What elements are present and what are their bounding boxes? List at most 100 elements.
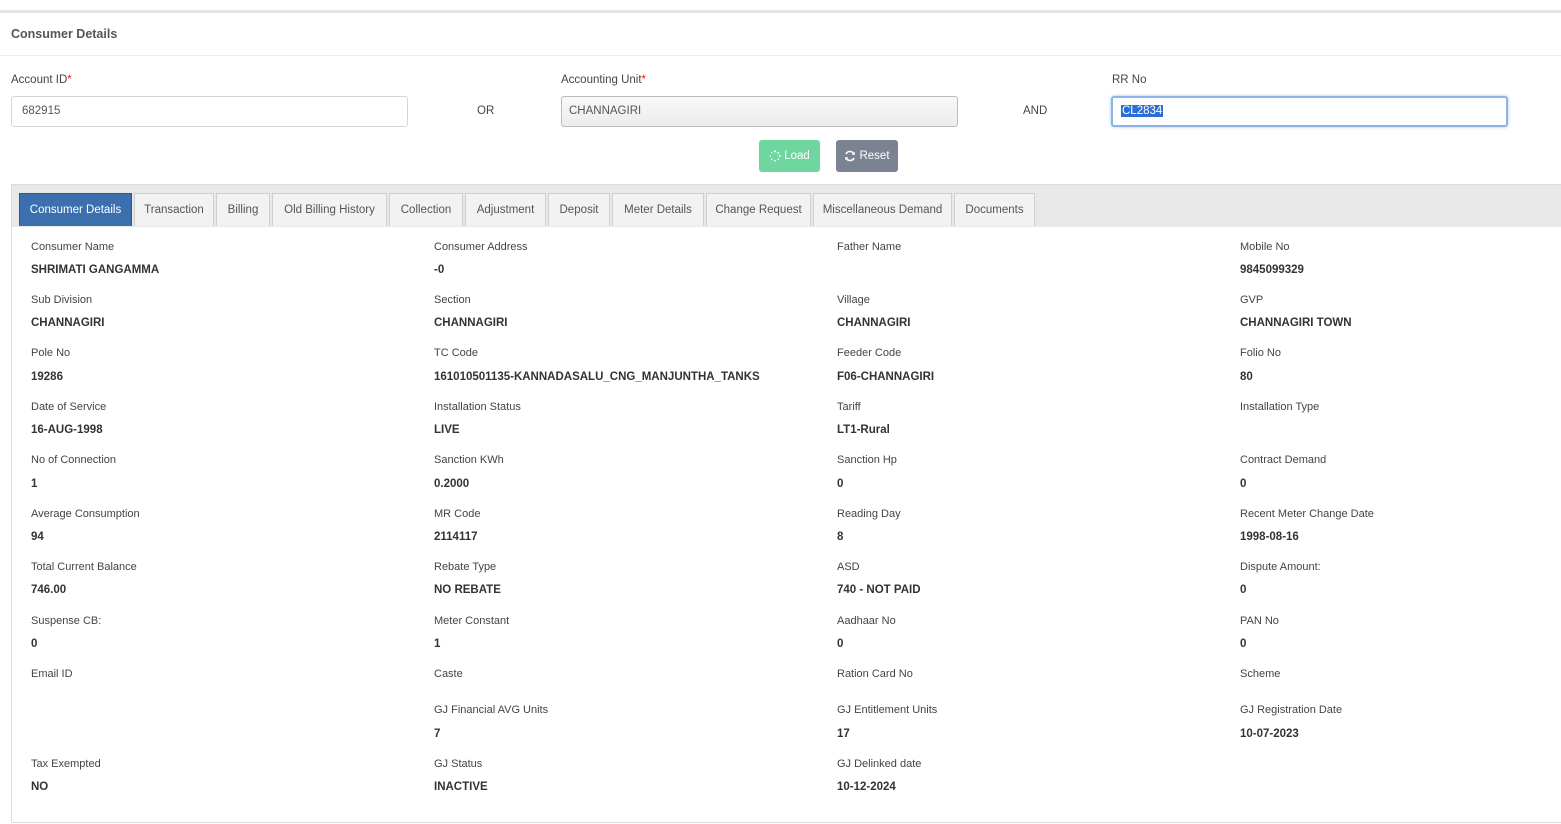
tc-code-label: TC Code xyxy=(434,347,479,359)
recent-meter-change-date-label: Recent Meter Change Date xyxy=(1240,508,1374,520)
feeder-code-value: F06-CHANNAGIRI xyxy=(837,371,935,383)
gvp-label: GVP xyxy=(1240,294,1264,306)
pan-no-label: PAN No xyxy=(1240,615,1279,627)
gj-registration-date-label: GJ Registration Date xyxy=(1240,704,1343,716)
date-of-service-label: Date of Service xyxy=(31,401,107,413)
rebate-type-label: Rebate Type xyxy=(434,561,497,573)
gj-status-value: INACTIVE xyxy=(434,781,488,793)
load-button[interactable]: Load xyxy=(759,140,820,172)
rr-no-selected-text: CL2834 xyxy=(1121,105,1164,117)
village-label: Village xyxy=(837,294,870,306)
dispute-amount-label: Dispute Amount: xyxy=(1240,561,1321,573)
required-marker: * xyxy=(67,74,72,86)
consumer-address-value: -0 xyxy=(434,264,445,276)
section-value: CHANNAGIRI xyxy=(434,317,508,329)
average-consumption-label: Average Consumption xyxy=(31,508,140,520)
reset-button[interactable]: Reset xyxy=(836,140,898,172)
tab-old-billing-history[interactable]: Old Billing History xyxy=(272,193,387,226)
father-name-label: Father Name xyxy=(837,241,902,253)
pole-no-label: Pole No xyxy=(31,347,71,359)
total-current-balance-value: 746.00 xyxy=(31,584,67,596)
refresh-icon xyxy=(845,150,856,162)
total-current-balance-label: Total Current Balance xyxy=(31,561,137,573)
and-text: AND xyxy=(1023,105,1048,117)
meter-constant-value: 1 xyxy=(434,638,441,650)
account-id-label-text: Account ID xyxy=(11,74,68,86)
tab-documents[interactable]: Documents xyxy=(954,193,1035,226)
gj-registration-date-value: 10-07-2023 xyxy=(1240,728,1299,740)
rebate-type-value: NO REBATE xyxy=(434,584,501,596)
tab-change-request[interactable]: Change Request xyxy=(706,193,811,226)
gvp-value: CHANNAGIRI TOWN xyxy=(1240,317,1352,329)
tab-meter-details[interactable]: Meter Details xyxy=(612,193,704,226)
accounting-unit-select[interactable]: CHANNAGIRI xyxy=(561,96,958,127)
suspense-cb-value: 0 xyxy=(31,638,38,650)
page-header: Consumer Details xyxy=(0,13,1561,56)
tc-code-value: 161010501135-KANNADASALU_CNG_MANJUNTHA_T… xyxy=(434,371,760,383)
spinner-icon xyxy=(769,150,781,162)
sanction-kwh-label: Sanction KWh xyxy=(434,454,504,466)
load-button-label: Load xyxy=(784,150,810,162)
no-of-connection-value: 1 xyxy=(31,478,38,490)
suspense-cb-label: Suspense CB: xyxy=(31,615,102,627)
tab-collection[interactable]: Collection xyxy=(389,193,463,226)
installation-status-label: Installation Status xyxy=(434,401,521,413)
required-marker: * xyxy=(641,74,647,86)
tax-exempted-label: Tax Exempted xyxy=(31,758,101,770)
folio-no-label: Folio No xyxy=(1240,347,1281,359)
account-id-label: Account ID* xyxy=(11,74,72,86)
accounting-unit-label-text: Accounting Unit xyxy=(561,74,642,86)
contract-demand-label: Contract Demand xyxy=(1240,454,1327,466)
tariff-value: LT1-Rural xyxy=(837,424,890,436)
consumer-name-label: Consumer Name xyxy=(31,241,115,253)
scheme-label: Scheme xyxy=(1240,668,1281,680)
sanction-hp-label: Sanction Hp xyxy=(837,454,897,466)
sub-division-value: CHANNAGIRI xyxy=(31,317,105,329)
pole-no-value: 19286 xyxy=(31,371,63,383)
recent-meter-change-date-value: 1998-08-16 xyxy=(1240,531,1299,543)
caste-label: Caste xyxy=(434,668,463,680)
tab-deposit[interactable]: Deposit xyxy=(548,193,610,226)
gj-status-label: GJ Status xyxy=(434,758,483,770)
gj-financial-avg-units-label: GJ Financial AVG Units xyxy=(434,704,549,716)
consumer-address-label: Consumer Address xyxy=(434,241,528,253)
tab-miscellaneous-demand[interactable]: Miscellaneous Demand xyxy=(813,193,952,226)
no-of-connection-label: No of Connection xyxy=(31,454,116,466)
mobile-no-label: Mobile No xyxy=(1240,241,1290,253)
average-consumption-value: 94 xyxy=(31,531,44,543)
sanction-kwh-value: 0.2000 xyxy=(434,478,470,490)
reset-button-label: Reset xyxy=(859,150,890,162)
page-title: Consumer Details xyxy=(11,27,118,41)
mobile-no-value: 9845099329 xyxy=(1240,264,1304,276)
tab-consumer-details[interactable]: Consumer Details xyxy=(19,193,132,226)
reading-day-label: Reading Day xyxy=(837,508,901,520)
email-id-label: Email ID xyxy=(31,668,73,680)
asd-value: 740 - NOT PAID xyxy=(837,584,921,596)
aadhaar-no-label: Aadhaar No xyxy=(837,615,896,627)
mr-code-value: 2114117 xyxy=(434,531,478,543)
folio-no-value: 80 xyxy=(1240,371,1253,383)
ration-card-no-label: Ration Card No xyxy=(837,668,913,680)
tab-bar: Consumer Details Transaction Billing Old… xyxy=(12,185,1561,227)
gj-delinked-date-label: GJ Delinked date xyxy=(837,758,922,770)
tab-billing[interactable]: Billing xyxy=(216,193,270,226)
account-id-input[interactable]: 682915 xyxy=(11,96,408,127)
feeder-code-label: Feeder Code xyxy=(837,347,902,359)
contract-demand-value: 0 xyxy=(1240,478,1247,490)
consumer-name-value: SHRIMATI GANGAMMA xyxy=(31,264,160,276)
tab-transaction[interactable]: Transaction xyxy=(134,193,214,226)
tax-exempted-value: NO xyxy=(31,781,49,793)
pan-no-value: 0 xyxy=(1240,638,1247,650)
meter-constant-label: Meter Constant xyxy=(434,615,510,627)
village-value: CHANNAGIRI xyxy=(837,317,911,329)
details-panel: Consumer Details Transaction Billing Old… xyxy=(11,184,1561,823)
installation-status-value: LIVE xyxy=(434,424,460,436)
mr-code-label: MR Code xyxy=(434,508,481,520)
sanction-hp-value: 0 xyxy=(837,478,844,490)
section-label: Section xyxy=(434,294,471,306)
dispute-amount-value: 0 xyxy=(1240,584,1247,596)
gj-delinked-date-value: 10-12-2024 xyxy=(837,781,896,793)
rr-no-input[interactable]: CL2834 xyxy=(1111,96,1508,127)
tab-adjustment[interactable]: Adjustment xyxy=(465,193,546,226)
date-of-service-value: 16-AUG-1998 xyxy=(31,424,103,436)
